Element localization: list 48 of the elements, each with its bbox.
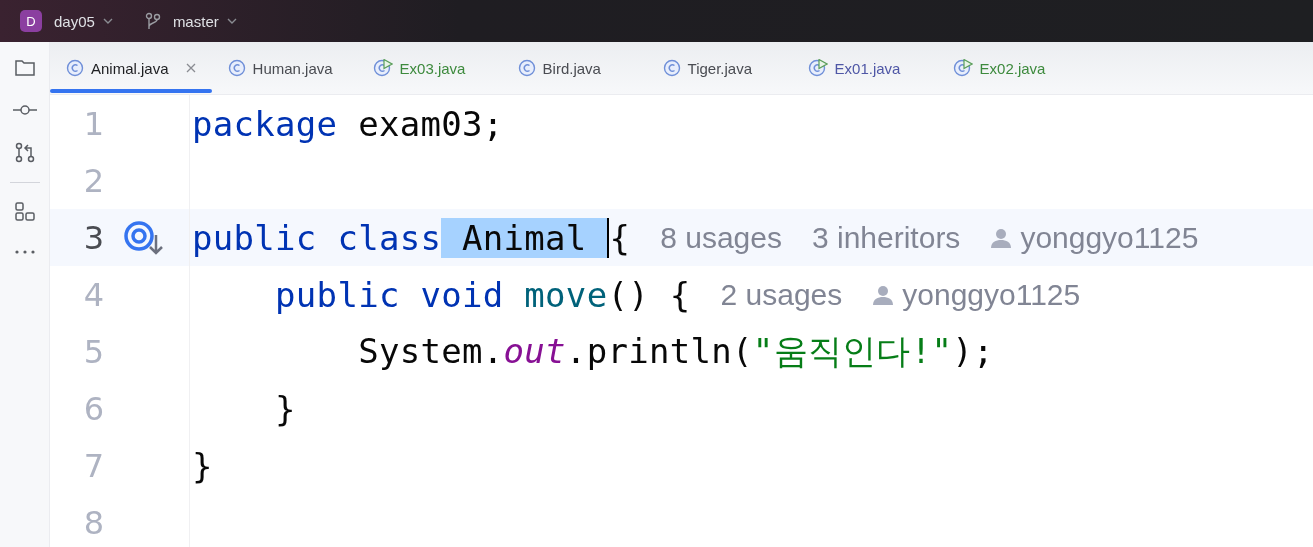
code-line: public class Animal { bbox=[192, 217, 631, 258]
runnable-class-icon bbox=[952, 59, 973, 77]
usage-hint[interactable]: 3 inheritors bbox=[811, 220, 961, 255]
close-icon[interactable] bbox=[185, 63, 196, 73]
caret-icon bbox=[102, 18, 113, 24]
line-number: 6 bbox=[82, 389, 104, 428]
branch-selector[interactable]: master bbox=[168, 12, 241, 30]
class-icon bbox=[517, 59, 536, 77]
project-avatar: D bbox=[20, 10, 42, 32]
author-hint[interactable]: yonggyo1125 bbox=[902, 277, 1081, 312]
author-hint[interactable]: yonggyo1125 bbox=[1020, 220, 1199, 255]
line-number: 1 bbox=[82, 104, 104, 143]
person-icon bbox=[872, 283, 895, 306]
usage-hint[interactable]: 2 usages bbox=[720, 277, 843, 312]
project-selector[interactable]: day05 bbox=[50, 12, 117, 30]
code-line: } bbox=[192, 445, 213, 486]
line-number: 2 bbox=[82, 161, 104, 200]
line-number: 4 bbox=[82, 275, 104, 314]
editor-tab[interactable]: Bird.java bbox=[501, 42, 647, 94]
runnable-class-icon bbox=[372, 59, 393, 77]
commit-icon[interactable] bbox=[11, 104, 38, 116]
editor-tab[interactable]: Human.java bbox=[211, 42, 357, 94]
code-line: System.out.println("움직인다!"); bbox=[357, 329, 994, 373]
structure-icon[interactable] bbox=[13, 201, 36, 223]
person-icon bbox=[990, 226, 1013, 249]
caret-icon bbox=[226, 18, 237, 24]
more-icon[interactable] bbox=[13, 249, 36, 255]
folder-icon[interactable] bbox=[13, 58, 36, 78]
line-number: 3 bbox=[82, 218, 104, 257]
pull-request-icon[interactable] bbox=[13, 142, 36, 164]
line-number: 5 bbox=[82, 332, 104, 371]
code-line: public void move() { bbox=[274, 274, 691, 315]
editor-tab[interactable]: Ex01.java bbox=[791, 42, 937, 94]
usage-hint[interactable]: 8 usages bbox=[660, 220, 782, 255]
class-icon bbox=[662, 59, 681, 77]
editor-tab[interactable]: Ex03.java bbox=[356, 42, 502, 94]
class-icon bbox=[227, 59, 246, 77]
class-icon bbox=[66, 59, 84, 77]
code-line: } bbox=[274, 388, 296, 429]
code-line: package exam03; bbox=[192, 103, 504, 144]
editor-tab[interactable]: Ex02.java bbox=[936, 42, 1082, 94]
inheritor-marker-icon[interactable] bbox=[124, 220, 164, 255]
editor-tab[interactable]: Animal.java bbox=[50, 42, 212, 94]
line-number: 8 bbox=[82, 503, 104, 542]
editor-tab[interactable]: Tiger.java bbox=[646, 42, 792, 94]
branch-icon bbox=[144, 12, 161, 30]
runnable-class-icon bbox=[807, 59, 828, 77]
line-number: 7 bbox=[82, 446, 104, 485]
